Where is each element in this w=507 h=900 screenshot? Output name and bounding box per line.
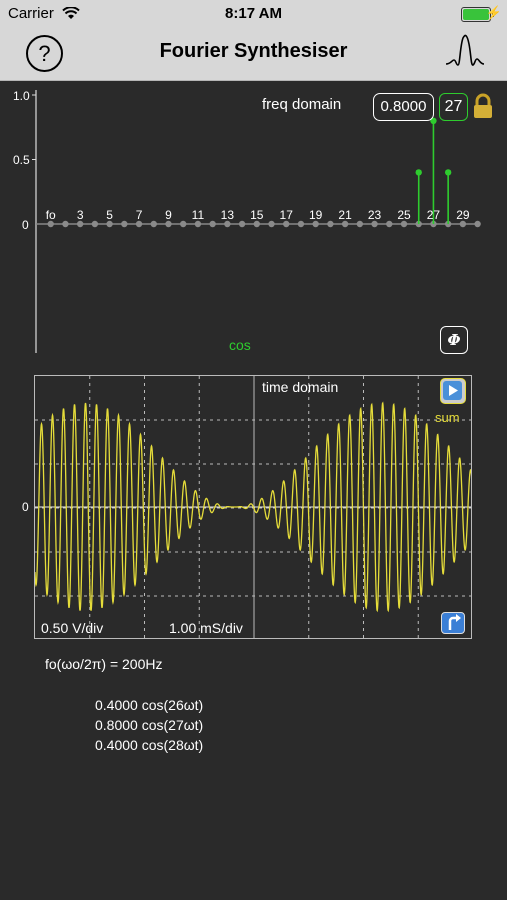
harmonic-dot[interactable] — [268, 220, 275, 228]
x-tick-label: fo — [45, 208, 56, 222]
x-tick-label: 11 — [191, 208, 205, 222]
time-domain-panel — [34, 375, 472, 639]
x-tick-label: 3 — [76, 208, 84, 222]
freq-domain-label: freq domain — [262, 96, 342, 113]
x-tick-label: 13 — [220, 208, 235, 222]
harmonic-dot[interactable] — [150, 220, 157, 228]
sum-label: sum — [435, 410, 460, 425]
harmonic-dot[interactable] — [386, 220, 393, 228]
harmonic-dot[interactable] — [209, 220, 216, 228]
harmonic-dot[interactable] — [121, 220, 128, 228]
harmonic-bar-head[interactable] — [444, 169, 452, 176]
page-title: Fourier Synthesiser — [159, 40, 348, 62]
x-tick-label: 29 — [456, 208, 470, 222]
play-icon — [443, 381, 462, 400]
oscilloscope-trace — [35, 376, 471, 638]
x-tick-label: 23 — [367, 208, 382, 222]
status-bar: Carrier 8:17 AM ⚡ — [0, 0, 507, 28]
y-label-half: 0.5 — [13, 153, 30, 167]
harmonic-bar-head[interactable] — [415, 169, 422, 176]
x-tick-label: 17 — [279, 208, 293, 222]
harmonic-dot[interactable] — [356, 220, 364, 228]
component-line: 0.4000 cos(28ωt) — [95, 737, 204, 753]
nav-bar: ? Fourier Synthesiser — [0, 28, 507, 81]
reset-button[interactable] — [441, 612, 465, 634]
harmonic-dot[interactable] — [180, 220, 187, 228]
amplitude-value-field[interactable]: 0.8000 — [373, 93, 434, 121]
volts-per-div: 0.50 V/div — [41, 620, 104, 636]
waveform-icon[interactable] — [445, 34, 485, 72]
x-tick-label: 21 — [338, 208, 352, 222]
x-tick-label: 15 — [250, 208, 264, 222]
harmonic-dot[interactable] — [62, 220, 69, 228]
time-domain-label: time domain — [262, 379, 339, 395]
component-line: 0.8000 cos(27ωt) — [95, 717, 204, 733]
return-arrow-icon — [448, 614, 461, 630]
clock: 8:17 AM — [225, 5, 282, 22]
time-per-div: 1.00 mS/div — [169, 620, 243, 636]
x-tick-label: 25 — [397, 208, 411, 222]
x-tick-label: 27 — [426, 208, 441, 222]
harmonic-dot[interactable] — [474, 220, 481, 228]
component-line: 0.4000 cos(26ωt) — [95, 697, 204, 713]
charging-icon: ⚡ — [485, 5, 502, 20]
freq-domain-chart — [32, 90, 481, 353]
harmonic-dot[interactable] — [327, 220, 334, 228]
harmonic-dot[interactable] — [238, 220, 246, 228]
zero-axis-label: 0 — [22, 500, 29, 514]
function-type-label[interactable]: cos — [229, 337, 251, 353]
phase-button[interactable]: Φ — [440, 326, 468, 354]
harmonic-selector[interactable]: 27 — [439, 93, 468, 121]
lock-icon[interactable] — [472, 93, 494, 119]
x-tick-label: 19 — [308, 208, 323, 222]
x-tick-label: 7 — [135, 208, 143, 222]
x-tick-label: 9 — [165, 208, 172, 222]
harmonic-dot[interactable] — [297, 220, 305, 228]
y-label-1: 1.0 — [13, 89, 30, 103]
harmonic-dot[interactable] — [91, 220, 99, 228]
x-tick-label: 5 — [106, 208, 113, 222]
y-label-0: 0 — [22, 218, 29, 232]
play-button[interactable] — [440, 378, 466, 404]
fundamental-frequency: fo(ωo/2π) = 200Hz — [45, 656, 163, 672]
